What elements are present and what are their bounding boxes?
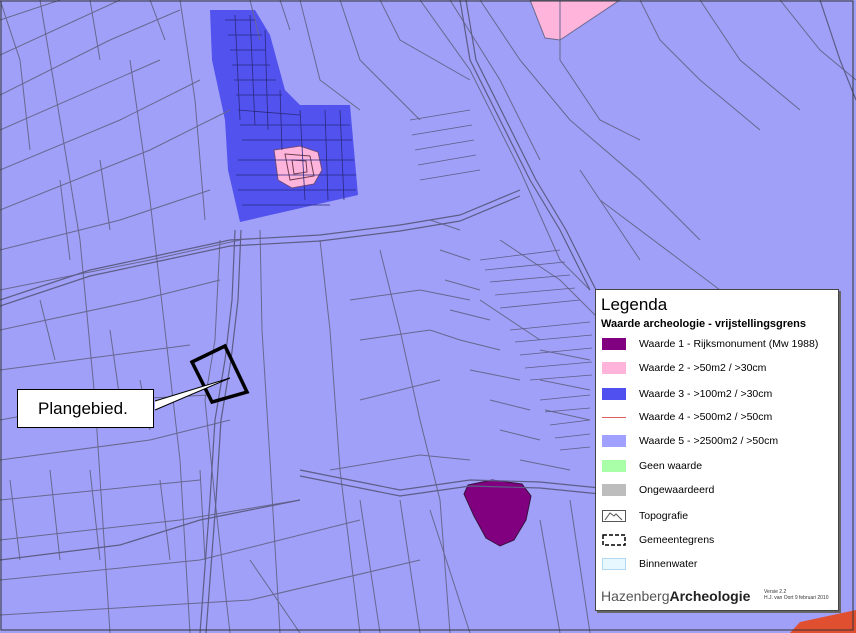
legend-item-waarde-1: Waarde 1 - Rijksmonument (Mw 1988) — [602, 336, 834, 352]
legend-item-label: Binnenwater — [639, 558, 698, 570]
legend-item-geen-waarde: Geen waarde — [602, 458, 834, 474]
legend-title: Legenda — [601, 295, 668, 314]
legend-subtitle: Waarde archeologie - vrijstellingsgrens — [601, 318, 806, 330]
swatch-waarde-4 — [602, 417, 626, 418]
legend-item-label: Waarde 4 - >500m2 / >50cm — [639, 411, 773, 423]
legend-item-waarde-5: Waarde 5 - >2500m2 / >50cm — [602, 433, 834, 449]
legend-item-label: Geen waarde — [639, 460, 703, 472]
legend-item-waarde-3: Waarde 3 - >100m2 / >30cm — [602, 386, 834, 402]
swatch-geen-waarde — [602, 460, 626, 472]
plangebied-callout: Plangebied. — [17, 389, 154, 428]
legend-item-binnenwater: Binnenwater — [602, 556, 834, 572]
legend-item-label: Topografie — [639, 510, 689, 522]
swatch-ongewaardeerd — [602, 484, 626, 496]
legend-item-label: Waarde 5 - >2500m2 / >50cm — [639, 435, 779, 447]
legend-item-label: Gemeentegrens — [639, 534, 715, 546]
swatch-waarde-5 — [602, 435, 626, 447]
swatch-binnenwater — [602, 558, 626, 570]
legend-item-waarde-2: Waarde 2 - >50m2 / >30cm — [602, 360, 834, 376]
swatch-waarde-3 — [602, 388, 626, 400]
legend-item-topografie: Topografie — [602, 508, 834, 524]
map-legend: Legenda Waarde archeologie - vrijstellin… — [595, 289, 839, 611]
legend-item-label: Waarde 1 - Rijksmonument (Mw 1988) — [639, 338, 819, 350]
legend-item-waarde-4: Waarde 4 - >500m2 / >50cm — [602, 409, 834, 425]
legend-item-label: Waarde 2 - >50m2 / >30cm — [639, 362, 767, 374]
legend-item-ongewaardeerd: Ongewaardeerd — [602, 482, 834, 498]
brand-logo: HazenbergArcheologie — [601, 588, 750, 604]
brand-part-1: Hazenberg — [601, 588, 670, 604]
zone-waarde-2-centre — [273, 145, 323, 189]
swatch-waarde-2 — [602, 362, 626, 374]
legend-footer: HazenbergArcheologie Versie 2.2 H.J. van… — [601, 588, 833, 608]
version-info: Versie 2.2 H.J. van Oort 9 februari 2010 — [764, 589, 828, 601]
legend-item-label: Ongewaardeerd — [639, 484, 715, 496]
brand-part-2: Archeologie — [669, 588, 751, 604]
version-line-2: H.J. van Oort 9 februari 2010 — [764, 595, 829, 601]
topografie-icon — [602, 510, 626, 522]
boundary-icon — [602, 534, 626, 546]
legend-item-gemeentegrens: Gemeentegrens — [602, 532, 834, 548]
swatch-waarde-1 — [602, 338, 626, 350]
legend-item-label: Waarde 3 - >100m2 / >30cm — [639, 388, 773, 400]
